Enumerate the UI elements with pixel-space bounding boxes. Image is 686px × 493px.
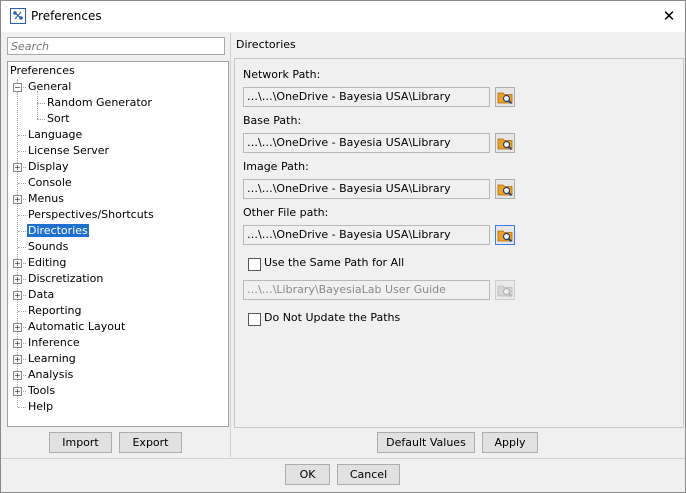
preferences-window: Preferences ✕ Preferences General− Random… <box>0 0 686 493</box>
tree-connector <box>37 119 45 120</box>
folder-search-icon <box>497 138 513 151</box>
section-title: Directories <box>236 38 296 51</box>
expand-toggle-icon[interactable]: + <box>13 275 22 284</box>
tree-item-random-generator[interactable]: Random Generator <box>46 95 153 111</box>
same-path-checkbox[interactable] <box>248 258 261 271</box>
tree-item-help[interactable]: Help <box>27 399 54 415</box>
close-icon[interactable]: ✕ <box>653 2 685 31</box>
expand-toggle-icon[interactable]: + <box>13 291 22 300</box>
expand-toggle-icon[interactable]: + <box>13 371 22 380</box>
title-bar: Preferences ✕ <box>1 1 685 32</box>
tree-guide-line <box>37 91 38 119</box>
tree-connector <box>18 247 26 248</box>
tree-item-general[interactable]: General <box>27 79 72 95</box>
tree-item-display[interactable]: Display <box>27 159 70 175</box>
tree-item-editing[interactable]: Editing <box>27 255 67 271</box>
other-file-path-label: Other File path: <box>243 206 329 219</box>
ok-button[interactable]: OK <box>285 464 330 485</box>
right-panel: Directories Network Path: …\…\OneDrive -… <box>232 33 684 457</box>
preferences-tree[interactable]: Preferences General − Random Generator Sort… <box>7 61 229 427</box>
tree-item-discretization[interactable]: Discretization <box>27 271 104 287</box>
tree-item-data[interactable]: Data <box>27 287 55 303</box>
other-file-path-browse-button[interactable] <box>495 225 515 245</box>
footer-separator <box>1 458 685 459</box>
tree-root[interactable]: Preferences <box>9 63 76 79</box>
search-input[interactable] <box>7 37 225 55</box>
app-icon <box>10 8 26 24</box>
tree-item-learning[interactable]: Learning <box>27 351 77 367</box>
do-not-update-label: Do Not Update the Paths <box>264 311 401 324</box>
network-path-label: Network Path: <box>243 68 321 81</box>
image-path-field[interactable]: …\…\OneDrive - Bayesia USA\Library <box>243 179 490 199</box>
default-values-button[interactable]: Default Values <box>377 432 475 453</box>
expand-toggle-icon[interactable]: + <box>13 387 22 396</box>
tree-item-automatic-layout[interactable]: Automatic Layout <box>27 319 126 335</box>
folder-search-icon <box>497 285 513 298</box>
window-title: Preferences <box>31 9 102 23</box>
import-button[interactable]: Import <box>49 432 112 453</box>
folder-search-icon <box>497 230 513 243</box>
tree-connector <box>18 231 26 232</box>
tree-connector <box>18 135 26 136</box>
base-path-browse-button[interactable] <box>495 133 515 153</box>
collapse-toggle-icon[interactable]: − <box>13 83 22 92</box>
do-not-update-checkbox[interactable] <box>248 313 261 326</box>
same-path-label: Use the Same Path for All <box>264 256 405 269</box>
folder-search-icon <box>497 92 513 105</box>
tree-item-perspectives-shortcuts[interactable]: Perspectives/Shortcuts <box>27 207 155 223</box>
tree-connector <box>18 151 26 152</box>
expand-toggle-icon[interactable]: + <box>13 355 22 364</box>
expand-toggle-icon[interactable]: + <box>13 339 22 348</box>
tree-item-tools[interactable]: Tools <box>27 383 56 399</box>
same-path-field: …\…\Library\BayesiaLab User Guide <box>243 280 490 300</box>
folder-search-icon <box>497 184 513 197</box>
tree-item-inference[interactable]: Inference <box>27 335 81 351</box>
tree-connector <box>18 183 26 184</box>
image-path-browse-button[interactable] <box>495 179 515 199</box>
cancel-button[interactable]: Cancel <box>337 464 400 485</box>
tree-connector <box>37 103 45 104</box>
other-file-path-field[interactable]: …\…\OneDrive - Bayesia USA\Library <box>243 225 490 245</box>
base-path-field[interactable]: …\…\OneDrive - Bayesia USA\Library <box>243 133 490 153</box>
tree-item-license-server[interactable]: License Server <box>27 143 110 159</box>
panel-divider <box>230 33 231 457</box>
same-path-browse-button <box>495 280 515 300</box>
tree-item-directories[interactable]: Directories <box>27 223 89 239</box>
tree-connector <box>18 215 26 216</box>
tree-connector <box>18 311 26 312</box>
tree-connector <box>18 407 26 408</box>
export-button[interactable]: Export <box>119 432 182 453</box>
image-path-label: Image Path: <box>243 160 309 173</box>
tree-item-language[interactable]: Language <box>27 127 83 143</box>
apply-button[interactable]: Apply <box>482 432 538 453</box>
network-path-field[interactable]: …\…\OneDrive - Bayesia USA\Library <box>243 87 490 107</box>
left-panel: Preferences General− Random GeneratorSort… <box>3 33 230 457</box>
base-path-label: Base Path: <box>243 114 302 127</box>
expand-toggle-icon[interactable]: + <box>13 195 22 204</box>
tree-item-console[interactable]: Console <box>27 175 73 191</box>
directories-group: Network Path: …\…\OneDrive - Bayesia USA… <box>234 58 684 428</box>
network-path-browse-button[interactable] <box>495 87 515 107</box>
tree-item-reporting[interactable]: Reporting <box>27 303 82 319</box>
expand-toggle-icon[interactable]: + <box>13 163 22 172</box>
expand-toggle-icon[interactable]: + <box>13 323 22 332</box>
tree-item-menus[interactable]: Menus <box>27 191 65 207</box>
tree-item-analysis[interactable]: Analysis <box>27 367 74 383</box>
expand-toggle-icon[interactable]: + <box>13 259 22 268</box>
tree-item-sounds[interactable]: Sounds <box>27 239 69 255</box>
tree-item-sort[interactable]: Sort <box>46 111 71 127</box>
